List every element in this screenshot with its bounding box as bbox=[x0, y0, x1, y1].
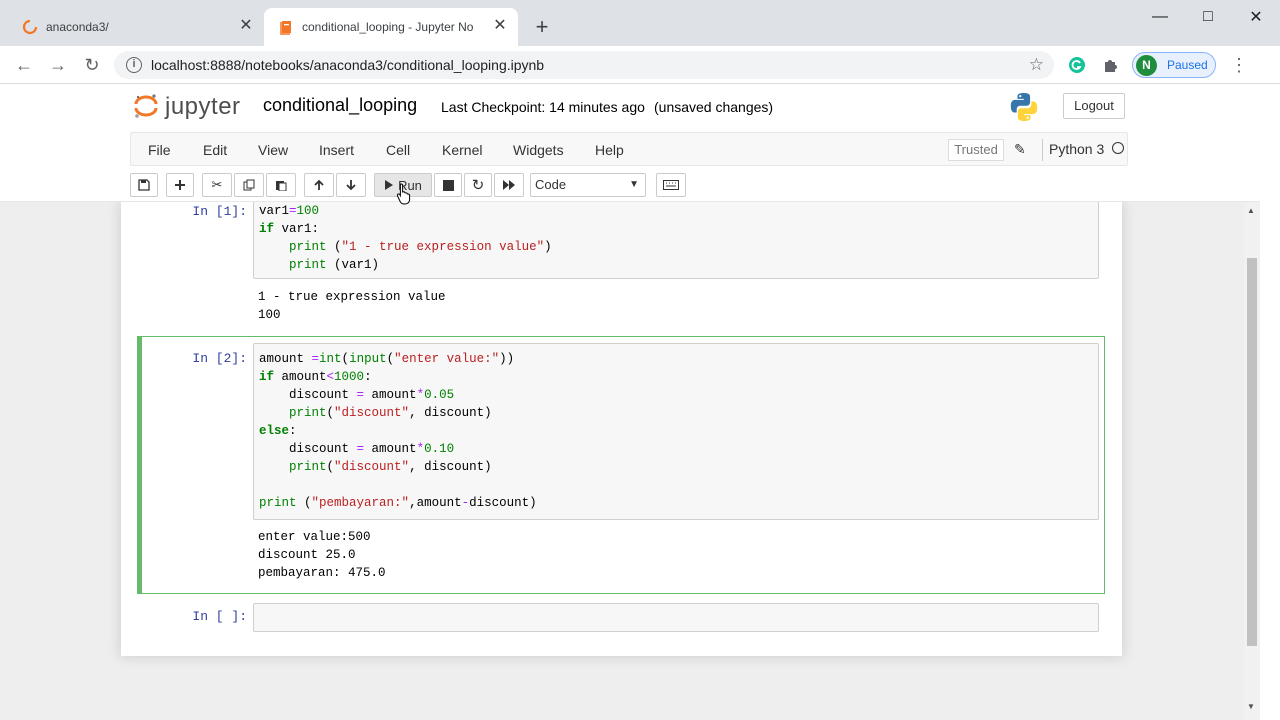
profile-button[interactable]: N Paused bbox=[1132, 52, 1216, 78]
paste-icon bbox=[276, 181, 287, 191]
new-tab-icon[interactable]: + bbox=[532, 16, 552, 38]
input-prompt: In [1]: bbox=[192, 204, 247, 219]
minimize-icon[interactable]: — bbox=[1136, 0, 1184, 34]
notebook-container: In [1]: var1=100 if var1: print ("1 - tr… bbox=[121, 202, 1122, 656]
edit-mode-pencil-icon: ✎ bbox=[1014, 141, 1026, 157]
fast-forward-icon bbox=[503, 180, 515, 190]
python-logo-icon bbox=[1010, 93, 1038, 121]
menu-view[interactable]: View bbox=[258, 142, 288, 158]
menu-insert[interactable]: Insert bbox=[319, 142, 354, 158]
maximize-icon[interactable]: □ bbox=[1184, 0, 1232, 34]
url-text[interactable]: localhost:8888/notebooks/anaconda3/condi… bbox=[151, 57, 544, 73]
tab-title: conditional_looping - Jupyter No bbox=[302, 20, 474, 34]
grammarly-extension-icon[interactable] bbox=[1068, 56, 1086, 74]
trusted-indicator[interactable]: Trusted bbox=[948, 139, 1004, 161]
window-edge bbox=[1260, 85, 1280, 720]
bookmark-star-icon[interactable]: ☆ bbox=[1029, 55, 1044, 75]
logout-button[interactable]: Logout bbox=[1063, 93, 1125, 119]
extensions-puzzle-icon[interactable] bbox=[1102, 56, 1120, 74]
jupyter-logo-icon bbox=[134, 94, 158, 118]
site-info-icon[interactable]: i bbox=[126, 57, 142, 73]
checkpoint-status: Last Checkpoint: 14 minutes ago bbox=[441, 99, 645, 115]
output-line: 100 bbox=[258, 308, 281, 322]
paste-button[interactable] bbox=[266, 173, 296, 197]
code-text[interactable]: amount =int(input("enter value:")) if am… bbox=[254, 344, 1098, 512]
command-palette-button[interactable] bbox=[656, 173, 686, 197]
avatar: N bbox=[1136, 55, 1157, 76]
arrow-up-icon bbox=[314, 179, 324, 190]
back-icon[interactable]: ← bbox=[14, 55, 34, 75]
cell-type-select[interactable]: Code ▼ bbox=[530, 173, 646, 197]
interrupt-kernel-button[interactable] bbox=[434, 173, 462, 197]
keyboard-icon bbox=[663, 180, 679, 190]
cut-button[interactable]: ✂ bbox=[202, 173, 232, 197]
restart-icon: ↻ bbox=[471, 177, 485, 194]
unsaved-indicator: (unsaved changes) bbox=[654, 99, 774, 115]
address-bar-row: ← → ↻ i localhost:8888/notebooks/anacond… bbox=[0, 46, 1280, 84]
reload-icon[interactable]: ↻ bbox=[82, 55, 102, 75]
window-controls: — □ ✕ bbox=[1136, 0, 1280, 34]
close-icon[interactable]: ✕ bbox=[492, 18, 508, 34]
play-icon bbox=[385, 180, 394, 190]
output-line: 1 - true expression value bbox=[258, 290, 446, 304]
code-input-cell-3[interactable] bbox=[253, 603, 1099, 632]
kernel-idle-indicator-icon bbox=[1112, 142, 1124, 154]
menu-kernel[interactable]: Kernel bbox=[442, 142, 482, 158]
close-icon[interactable]: ✕ bbox=[238, 18, 254, 34]
save-icon bbox=[138, 179, 150, 191]
notebook-name[interactable]: conditional_looping bbox=[263, 95, 417, 116]
menu-edit[interactable]: Edit bbox=[203, 142, 227, 158]
stop-icon bbox=[442, 179, 454, 191]
plus-icon bbox=[175, 180, 185, 190]
code-input-cell-2[interactable]: amount =int(input("enter value:")) if am… bbox=[253, 343, 1099, 520]
omnibox[interactable]: i localhost:8888/notebooks/anaconda3/con… bbox=[114, 51, 1054, 79]
jupyter-header: jupyter conditional_looping Last Checkpo… bbox=[0, 85, 1280, 202]
notebook-scrollbar[interactable]: ▲ ▼ bbox=[1244, 202, 1260, 720]
scroll-up-icon[interactable]: ▲ bbox=[1247, 206, 1255, 215]
code-text[interactable]: var1=100 if var1: print ("1 - true expre… bbox=[254, 202, 1098, 274]
scroll-down-icon[interactable]: ▼ bbox=[1247, 702, 1255, 711]
mouse-pointer-icon bbox=[396, 183, 411, 205]
cell-output-1: 1 - true expression value 100 bbox=[258, 288, 446, 324]
menu-widgets[interactable]: Widgets bbox=[513, 142, 564, 158]
save-button[interactable] bbox=[130, 173, 158, 197]
restart-run-all-button[interactable] bbox=[494, 173, 524, 197]
cell-output-2: enter value:500 discount 25.0 pembayaran: … bbox=[258, 528, 386, 582]
move-down-button[interactable] bbox=[336, 173, 366, 197]
tab-title: anaconda3/ bbox=[46, 20, 109, 34]
notebook-favicon-icon bbox=[280, 21, 291, 35]
window-close-icon[interactable]: ✕ bbox=[1232, 0, 1280, 34]
copy-button[interactable] bbox=[234, 173, 264, 197]
anaconda-favicon-icon bbox=[22, 19, 38, 35]
scissors-icon: ✂ bbox=[211, 177, 223, 192]
scrollbar-thumb[interactable] bbox=[1247, 258, 1257, 646]
browser-menu-icon[interactable]: ⋮ bbox=[1230, 55, 1248, 75]
jupyter-logo[interactable]: jupyter bbox=[133, 91, 245, 123]
output-line: discount 25.0 bbox=[258, 548, 356, 562]
move-up-button[interactable] bbox=[304, 173, 334, 197]
browser-tab-strip: anaconda3/ ✕ conditional_looping - Jupyt… bbox=[0, 0, 1280, 46]
input-prompt: In [2]: bbox=[192, 351, 247, 366]
menu-cell[interactable]: Cell bbox=[386, 142, 410, 158]
output-line: enter value:500 bbox=[258, 530, 371, 544]
notebook-area: In [1]: var1=100 if var1: print ("1 - tr… bbox=[0, 202, 1244, 720]
notebook-toolbar: ✂ Run ↻ Code ▼ bbox=[130, 173, 1128, 199]
chevron-down-icon: ▼ bbox=[629, 179, 639, 190]
menu-help[interactable]: Help bbox=[595, 142, 624, 158]
forward-icon[interactable]: → bbox=[48, 55, 68, 75]
arrow-down-icon bbox=[346, 180, 356, 191]
restart-kernel-button[interactable]: ↻ bbox=[464, 173, 492, 197]
insert-cell-button[interactable] bbox=[166, 173, 194, 197]
profile-status: Paused bbox=[1167, 58, 1208, 72]
output-line: pembayaran: 475.0 bbox=[258, 566, 386, 580]
copy-icon bbox=[243, 179, 255, 191]
tab-conditional-looping[interactable]: conditional_looping - Jupyter No ✕ bbox=[264, 8, 518, 46]
jupyter-logo-text: jupyter bbox=[165, 93, 241, 120]
code-input-cell-1[interactable]: var1=100 if var1: print ("1 - true expre… bbox=[253, 202, 1099, 279]
input-prompt: In [ ]: bbox=[192, 609, 247, 624]
menu-file[interactable]: File bbox=[148, 142, 171, 158]
cell-type-value: Code bbox=[535, 177, 567, 192]
kernel-name: Python 3 bbox=[1042, 139, 1104, 161]
tab-anaconda[interactable]: anaconda3/ ✕ bbox=[8, 8, 264, 46]
